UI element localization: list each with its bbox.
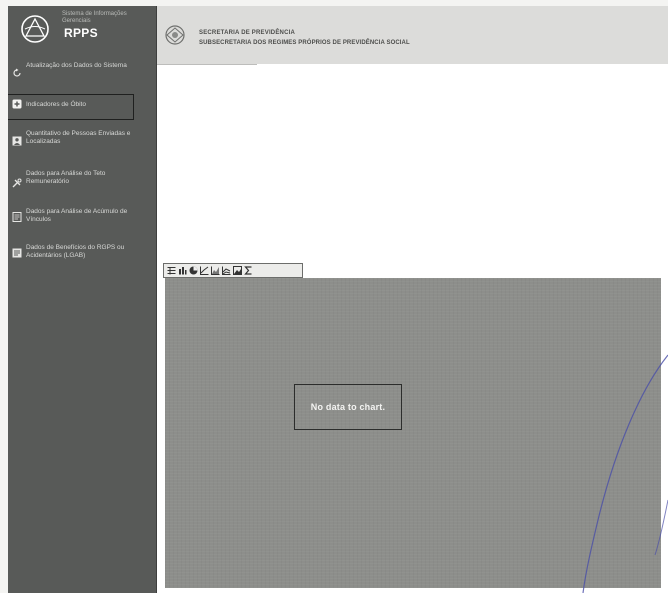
sidebar-item-obito[interactable]: Indicadores de Óbito: [8, 99, 156, 113]
sidebar-item-label: Indicadores de Óbito: [26, 101, 86, 108]
brand-title: RPPS: [64, 26, 98, 40]
ministry-emblem-icon: [165, 25, 185, 45]
header-subsecretaria: SUBSECRETARIA DOS REGIMES PRÓPRIOS DE PR…: [199, 40, 410, 46]
area-chart-icon[interactable]: [210, 266, 220, 276]
sum-icon[interactable]: [243, 266, 253, 276]
sidebar-item-atualizacao[interactable]: Atualização dos Dados do Sistema: [8, 62, 156, 84]
globe-logo-icon: [21, 15, 49, 43]
refresh-icon: [13, 68, 21, 77]
sidebar-item-beneficios[interactable]: Dados de Benefícios do RGPS ou Acidentár…: [8, 244, 156, 266]
line-chart-icon[interactable]: [199, 266, 209, 276]
sidebar-item-label: Quantitativo de Pessoas Enviadas e Local…: [26, 130, 131, 145]
header-secretaria: SECRETARIA DE PREVIDÊNCIA: [199, 30, 296, 36]
brand-header[interactable]: Sistema de Informações Gerenciais RPPS: [8, 6, 156, 54]
scanned-page: Sistema de Informações Gerenciais RPPS A…: [8, 6, 668, 593]
sidebar-item-teto[interactable]: Dados para Análise do Teto Remuneratório: [8, 170, 156, 192]
no-data-message: No data to chart.: [310, 402, 386, 412]
stacked-chart-icon[interactable]: [221, 266, 231, 276]
table-view-icon[interactable]: [166, 266, 176, 276]
sidebar-item-quantitativo[interactable]: Quantitativo de Pessoas Enviadas e Local…: [8, 130, 156, 152]
chart-area: No data to chart.: [165, 278, 661, 588]
brand-subtitle: Sistema de Informações Gerenciais: [62, 11, 127, 24]
list-document-icon: [12, 248, 22, 258]
chart-toolbar: [163, 263, 303, 278]
sidebar-item-label: Dados de Benefícios do RGPS ou Acidentár…: [26, 244, 125, 259]
person-icon: [12, 136, 22, 146]
sidebar-item-acumulo[interactable]: Dados para Análise de Acúmulo de Vínculo…: [8, 208, 156, 230]
plus-icon: [12, 99, 22, 109]
header-divider: [157, 64, 257, 65]
bar-chart-icon[interactable]: [177, 266, 187, 276]
tools-icon: [12, 178, 22, 188]
pie-chart-icon[interactable]: [188, 266, 198, 276]
no-data-message-box: No data to chart.: [294, 384, 402, 430]
document-icon: [12, 212, 22, 222]
page-header: SECRETARIA DE PREVIDÊNCIA SUBSECRETARIA …: [157, 6, 668, 64]
sidebar: Sistema de Informações Gerenciais RPPS A…: [8, 6, 157, 593]
sidebar-item-label: Dados para Análise do Teto Remuneratório: [26, 170, 106, 185]
sidebar-item-label: Atualização dos Dados do Sistema: [26, 62, 127, 69]
sidebar-item-label: Dados para Análise de Acúmulo de Vínculo…: [26, 208, 128, 223]
export-image-icon[interactable]: [232, 266, 242, 276]
